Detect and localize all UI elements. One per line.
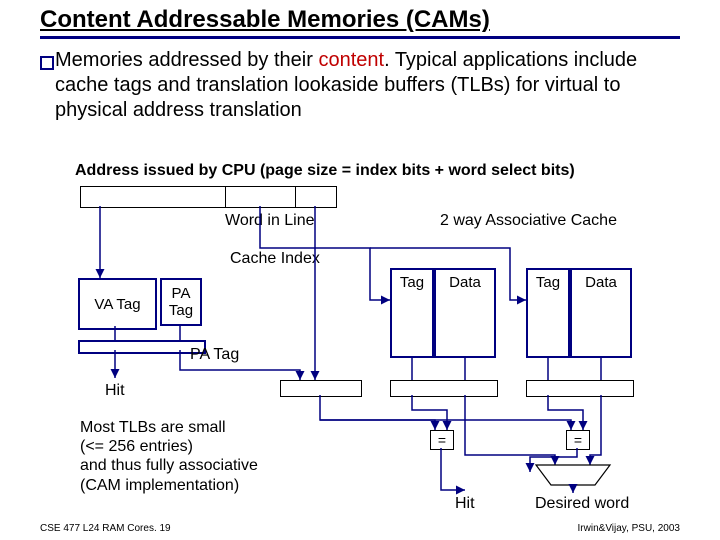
comparator-1: =	[430, 430, 454, 450]
eq1-text: =	[438, 432, 446, 448]
tag1-text: Tag	[400, 274, 424, 291]
address-issued-caption: Address issued by CPU (page size = index…	[75, 162, 575, 180]
bullet-text: Memories addressed by their content. Typ…	[55, 48, 675, 123]
bullet-part1: Memories addressed by their	[55, 49, 318, 71]
pa-tag-latch	[280, 380, 362, 397]
tlb-note-l2: (<= 256 entries)	[80, 438, 193, 455]
cache-way2-data: Data	[570, 268, 632, 358]
cache-way2-tag: Tag	[526, 268, 570, 358]
way1-latch	[390, 380, 498, 397]
title-underline	[40, 36, 680, 39]
data1-text: Data	[449, 274, 481, 291]
va-tag-box: VA Tag	[78, 278, 157, 330]
data2-text: Data	[585, 274, 617, 291]
way2-latch	[526, 380, 634, 397]
va-tag-text: VA Tag	[94, 296, 140, 313]
cache-way1-tag: Tag	[390, 268, 434, 358]
tlb-note-l3: and thus fully associative	[80, 457, 258, 474]
pa-tag-box: PA Tag	[160, 278, 202, 326]
cache-index-label: Cache Index	[230, 250, 320, 268]
footer-right: Irwin&Vijay, PSU, 2003	[578, 523, 680, 534]
tag2-text: Tag	[536, 274, 560, 291]
hit-left-label: Hit	[105, 382, 125, 400]
address-field-index	[225, 186, 297, 208]
bullet-content-word: content	[318, 49, 384, 71]
tlb-note-l4: (CAM implementation)	[80, 477, 239, 494]
eq2-text: =	[574, 432, 582, 448]
slide-title: Content Addressable Memories (CAMs)	[40, 6, 490, 34]
assoc-cache-label: 2 way Associative Cache	[440, 212, 617, 230]
hit-bottom-label: Hit	[455, 495, 475, 513]
pa-tag-line2: Tag	[169, 302, 193, 319]
desired-word-label: Desired word	[535, 495, 629, 513]
address-field-word	[295, 186, 337, 208]
address-field-tag	[80, 186, 227, 208]
word-in-line-label: Word in Line	[225, 212, 315, 230]
pa-tag-arrow-label: PA Tag	[190, 346, 239, 364]
bullet-icon	[40, 56, 54, 70]
tlb-select-bar	[78, 340, 206, 354]
pa-tag-line1: PA	[172, 285, 191, 302]
tlb-note: Most TLBs are small (<= 256 entries) and…	[80, 418, 258, 495]
tlb-note-l1: Most TLBs are small	[80, 419, 226, 436]
comparator-2: =	[566, 430, 590, 450]
footer-left: CSE 477 L24 RAM Cores. 19	[40, 523, 171, 534]
cache-way1-data: Data	[434, 268, 496, 358]
